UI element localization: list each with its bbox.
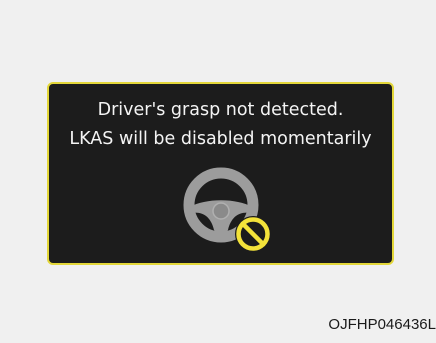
warning-message-line-2: LKAS will be disabled momentarily: [69, 129, 372, 149]
prohibited-icon: [235, 216, 271, 252]
steering-wheel-warning-graphic: [183, 167, 271, 252]
warning-message-line-1: Driver's grasp not detected.: [97, 100, 344, 120]
figure-code: OJFHP046436L: [328, 316, 436, 333]
lkas-warning-panel: Driver's grasp not detected. LKAS will b…: [47, 82, 394, 265]
